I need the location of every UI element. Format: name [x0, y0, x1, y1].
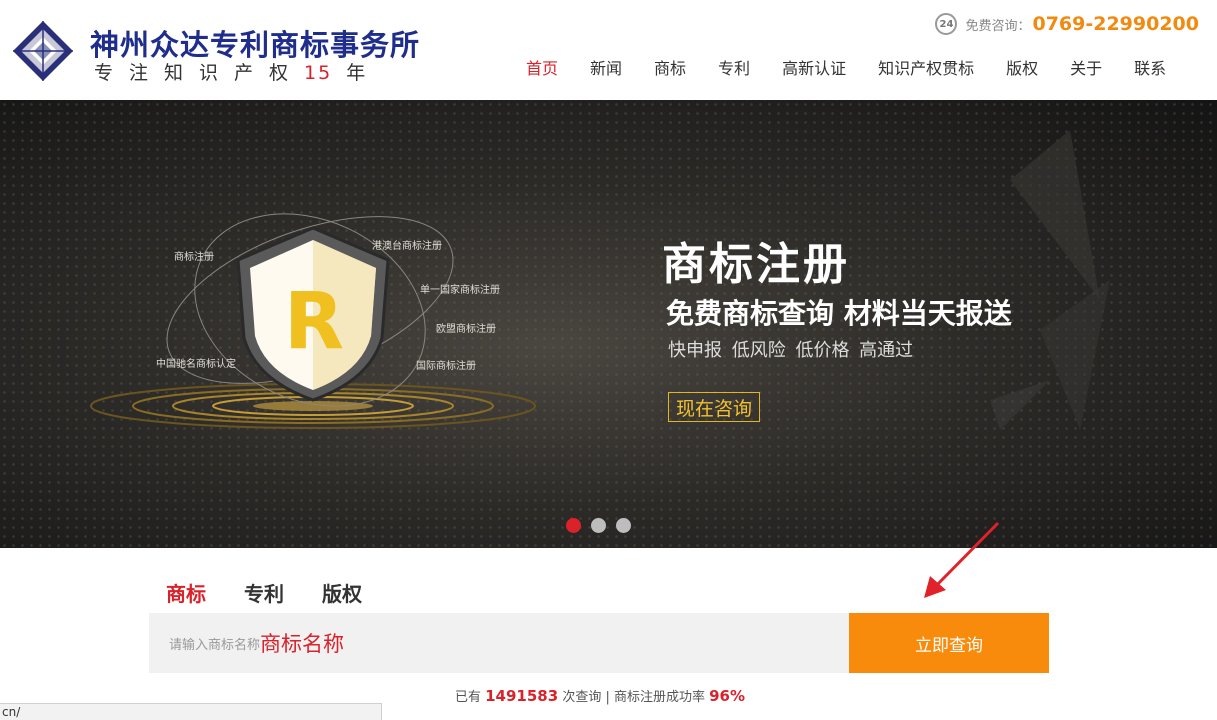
status-bar-url: cn/: [0, 703, 382, 720]
annotation-arrow-icon: [924, 521, 1000, 598]
